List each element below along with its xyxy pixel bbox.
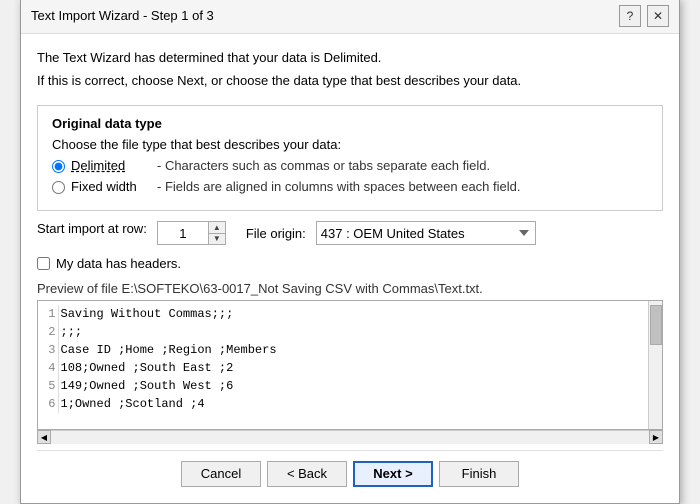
back-button[interactable]: < Back bbox=[267, 461, 347, 487]
preview-row: 4108;Owned ;South East ;2 bbox=[42, 359, 279, 377]
hscroll-track[interactable] bbox=[51, 432, 649, 442]
radio-delimited[interactable] bbox=[52, 160, 65, 173]
original-data-type-section: Original data type Choose the file type … bbox=[37, 105, 663, 211]
preview-line-num: 1 bbox=[42, 305, 58, 323]
hscroll-left-button[interactable]: ◀ bbox=[37, 430, 51, 444]
preview-row: 2;;; bbox=[42, 323, 279, 341]
dialog-window: Text Import Wizard - Step 1 of 3 ? ✕ The… bbox=[20, 0, 680, 504]
preview-line-num: 4 bbox=[42, 359, 58, 377]
buttons-row: Cancel < Back Next > Finish bbox=[37, 450, 663, 493]
preview-row: 61;Owned ;Scotland ;4 bbox=[42, 395, 279, 413]
radio-delimited-desc: - Characters such as commas or tabs sepa… bbox=[157, 158, 490, 173]
preview-line-text: Saving Without Commas;;; bbox=[58, 305, 279, 323]
start-row-label: Start import at row: bbox=[37, 221, 147, 236]
preview-line-num: 2 bbox=[42, 323, 58, 341]
preview-line-text: 1;Owned ;Scotland ;4 bbox=[58, 395, 279, 413]
sub-label: Choose the file type that best describes… bbox=[52, 137, 648, 152]
section-title: Original data type bbox=[52, 116, 648, 131]
preview-content[interactable]: 1Saving Without Commas;;;2;;;3Case ID ;H… bbox=[38, 301, 648, 429]
preview-row: 1Saving Without Commas;;; bbox=[42, 305, 279, 323]
radio-fixed-width-label[interactable]: Fixed width bbox=[71, 179, 151, 194]
headers-row: My data has headers. bbox=[37, 256, 663, 271]
radio-row-delimited: Delimited - Characters such as commas or… bbox=[52, 158, 648, 173]
preview-line-num: 6 bbox=[42, 395, 58, 413]
dialog-body: The Text Wizard has determined that your… bbox=[21, 34, 679, 503]
headers-checkbox[interactable] bbox=[37, 257, 50, 270]
close-button[interactable]: ✕ bbox=[647, 5, 669, 27]
radio-delimited-label[interactable]: Delimited bbox=[71, 158, 151, 173]
start-row-input[interactable] bbox=[158, 222, 208, 244]
finish-button[interactable]: Finish bbox=[439, 461, 519, 487]
file-origin-label: File origin: bbox=[246, 226, 306, 241]
radio-fixed-width-desc: - Fields are aligned in columns with spa… bbox=[157, 179, 520, 194]
preview-line-num: 5 bbox=[42, 377, 58, 395]
preview-line-text: ;;; bbox=[58, 323, 279, 341]
spinner-buttons: ▲ ▼ bbox=[208, 222, 225, 244]
scroll-thumb[interactable] bbox=[650, 305, 662, 345]
title-bar-controls: ? ✕ bbox=[619, 5, 669, 27]
radio-fixed-width[interactable] bbox=[52, 181, 65, 194]
preview-box: 1Saving Without Commas;;;2;;;3Case ID ;H… bbox=[37, 300, 663, 430]
start-row-spinner: ▲ ▼ bbox=[157, 221, 226, 245]
preview-line-text: 149;Owned ;South West ;6 bbox=[58, 377, 279, 395]
spinner-up-button[interactable]: ▲ bbox=[209, 222, 225, 233]
import-settings-row: Start import at row: ▲ ▼ File origin: 43… bbox=[37, 221, 663, 246]
file-origin-select[interactable]: 437 : OEM United States 65001 : Unicode … bbox=[316, 221, 536, 245]
preview-label: Preview of file E:\SOFTEKO\63-0017_Not S… bbox=[37, 281, 663, 296]
preview-line-text: 108;Owned ;South East ;2 bbox=[58, 359, 279, 377]
title-bar: Text Import Wizard - Step 1 of 3 ? ✕ bbox=[21, 0, 679, 34]
intro-line2: If this is correct, choose Next, or choo… bbox=[37, 71, 663, 91]
preview-line-text: Case ID ;Home ;Region ;Members bbox=[58, 341, 279, 359]
help-button[interactable]: ? bbox=[619, 5, 641, 27]
dialog-title: Text Import Wizard - Step 1 of 3 bbox=[31, 8, 214, 23]
preview-hscrollbar: ◀ ▶ bbox=[37, 430, 663, 444]
preview-line-num: 3 bbox=[42, 341, 58, 359]
next-button[interactable]: Next > bbox=[353, 461, 433, 487]
preview-row: 5149;Owned ;South West ;6 bbox=[42, 377, 279, 395]
cancel-button[interactable]: Cancel bbox=[181, 461, 261, 487]
preview-row: 3Case ID ;Home ;Region ;Members bbox=[42, 341, 279, 359]
intro-line1: The Text Wizard has determined that your… bbox=[37, 48, 663, 68]
headers-label[interactable]: My data has headers. bbox=[56, 256, 181, 271]
hscroll-right-button[interactable]: ▶ bbox=[649, 430, 663, 444]
preview-scrollbar bbox=[648, 301, 662, 429]
spinner-down-button[interactable]: ▼ bbox=[209, 233, 225, 244]
preview-table: 1Saving Without Commas;;;2;;;3Case ID ;H… bbox=[42, 305, 279, 413]
radio-row-fixed-width: Fixed width - Fields are aligned in colu… bbox=[52, 179, 648, 194]
